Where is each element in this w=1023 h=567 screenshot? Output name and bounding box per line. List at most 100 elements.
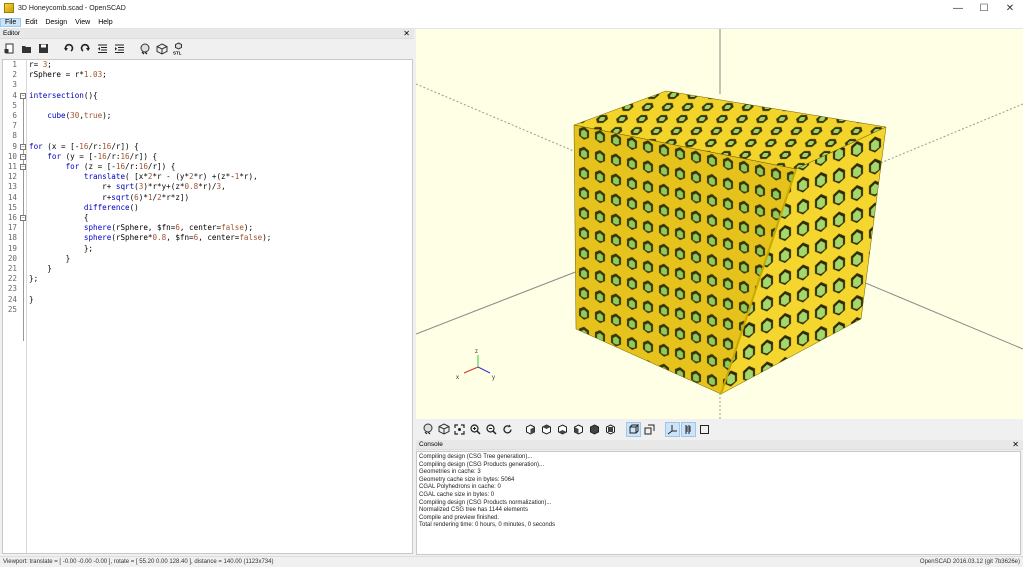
show-edges-icon[interactable] — [697, 422, 712, 437]
render-icon[interactable] — [154, 41, 169, 56]
code-line-6: 6 cube(30,true); — [12, 111, 112, 120]
front-view-icon[interactable] — [587, 422, 602, 437]
code-line-15: 15 difference() — [7, 202, 139, 212]
zoom-in-icon[interactable] — [468, 422, 483, 437]
left-view-icon[interactable] — [571, 422, 586, 437]
fold-toggle-icon[interactable]: − — [20, 92, 26, 99]
menu-file[interactable]: File — [0, 17, 22, 27]
menu-view[interactable]: View — [71, 19, 94, 26]
save-icon[interactable] — [36, 41, 51, 56]
minimize-button[interactable]: — — [945, 0, 971, 16]
code-line-4: 4− intersection(){ — [12, 90, 98, 100]
openscad-app-icon — [4, 3, 14, 13]
code-line-16: 16− { — [7, 213, 89, 222]
code-line-24: 24} — [7, 294, 34, 304]
console-line: CGAL cache size in bytes: 0 — [419, 491, 495, 498]
view-all-icon[interactable] — [452, 422, 467, 437]
code-line-17: 17 sphere(rSphere, $fn=6, center=false); — [7, 223, 254, 233]
console-line: Compiling design (CSG Tree generation)..… — [419, 454, 533, 460]
editor-toolbar: STL — [0, 39, 414, 58]
undo-icon[interactable] — [61, 41, 76, 56]
zoom-out-icon[interactable] — [484, 422, 499, 437]
code-line-21: 21 } — [7, 264, 52, 273]
console-line: Compiling design (CSG Products generatio… — [419, 461, 545, 468]
code-line-3: 3 — [12, 80, 17, 90]
perspective-icon[interactable] — [626, 421, 641, 437]
code-line-14: 14 r+sqrt(6)*1/2*r*z]) — [7, 192, 190, 202]
viewport-status: Viewport: translate = [ -0.00 -0.00 -0.0… — [3, 559, 274, 565]
console-line: Compiling design (CSG Products normaliza… — [419, 499, 552, 506]
maximize-button[interactable]: ☐ — [971, 0, 997, 16]
fold-toggle-icon[interactable]: − — [20, 153, 26, 160]
svg-text:STL: STL — [173, 51, 182, 56]
code-line-2: 2 rSphere = r*1.03; — [12, 70, 107, 80]
editor-close-icon[interactable]: ✕ — [403, 29, 410, 38]
code-line-9: 9− for (x = [-16/r:16/r]) { — [12, 141, 139, 151]
editor-panel: Editor ✕ STL 1 r= 3; 2 rSphere = r*1.03;… — [0, 29, 414, 555]
back-view-icon[interactable] — [603, 422, 618, 437]
console-panel: Console ✕ Compiling design (CSG Tree gen… — [416, 440, 1023, 555]
menu-bar: File Edit Design View Help — [0, 16, 1023, 29]
code-line-12: 12 translate( [x*2*r - (y*2*r) +(z*-1*r)… — [7, 172, 258, 182]
export-stl-icon[interactable]: STL — [171, 41, 186, 56]
preview-icon[interactable] — [420, 422, 435, 437]
menu-edit[interactable]: Edit — [21, 19, 41, 26]
show-axes-icon[interactable] — [665, 421, 680, 437]
3d-viewport[interactable]: z x y — [416, 29, 1023, 419]
render-icon[interactable] — [436, 422, 451, 437]
fold-toggle-icon[interactable]: − — [20, 164, 26, 170]
x-axis-neg-line — [416, 263, 597, 335]
axis-indicator: z x y — [456, 349, 495, 381]
console-line: Normalized CSG tree has 1144 elements — [419, 507, 528, 514]
editor-title: Editor — [3, 30, 20, 37]
code-line-8: 8 — [12, 131, 17, 141]
version-label: OpenSCAD 2016.03.12 (git 7b3626e) — [919, 559, 1020, 565]
preview-icon[interactable] — [137, 41, 152, 56]
console-title: Console — [419, 441, 443, 448]
new-file-icon[interactable] — [2, 41, 17, 56]
code-line-18: 18 sphere(rSphere*0.8, $fn=6, center=fal… — [7, 233, 272, 243]
editor-dock-title: Editor ✕ — [0, 29, 414, 39]
console-output[interactable]: Compiling design (CSG Tree generation)..… — [416, 451, 1021, 555]
menu-help[interactable]: Help — [94, 19, 116, 26]
console-line: Total rendering time: 0 hours, 0 minutes… — [419, 522, 556, 529]
code-line-1: 1 r= 3; — [12, 60, 52, 69]
reset-view-icon[interactable] — [500, 422, 515, 437]
code-line-13: 13 r+ sqrt(3)*r*y+(z*0.8*r)/3, — [7, 182, 226, 192]
open-file-icon[interactable] — [19, 41, 34, 56]
redo-icon[interactable] — [78, 41, 93, 56]
console-line: CGAL Polyhedrons in cache: 0 — [419, 484, 501, 491]
window-title: 3D Honeycomb.scad - OpenSCAD — [18, 4, 126, 12]
console-line: Geometries in cache: 3 — [419, 469, 481, 476]
code-line-7: 7 — [12, 121, 17, 131]
code-editor[interactable]: 1 r= 3; 2 rSphere = r*1.03; 3 4− intersecti… — [2, 59, 413, 554]
top-view-icon[interactable] — [539, 422, 554, 437]
svg-text:z: z — [475, 349, 478, 355]
svg-text:y: y — [492, 375, 495, 381]
fold-toggle-icon[interactable]: − — [20, 215, 26, 221]
code-line-25: 25 — [7, 304, 17, 314]
console-close-icon[interactable]: ✕ — [1012, 440, 1019, 449]
menu-design[interactable]: Design — [41, 19, 71, 26]
svg-text:x: x — [456, 375, 459, 381]
viewport-canvas: z x y — [416, 29, 1023, 419]
console-line: Compile and preview finished. — [419, 514, 500, 521]
close-button[interactable]: ✕ — [997, 0, 1023, 16]
fold-toggle-icon[interactable]: − — [20, 143, 26, 150]
code-line-11: 11− for (z = [-16/r:16/r]) { — [7, 162, 176, 171]
code-line-20: 20 } — [7, 253, 71, 263]
y-axis-neg-line — [855, 278, 1023, 350]
code-line-23: 23 — [7, 284, 17, 294]
orthogonal-icon[interactable] — [642, 422, 657, 437]
title-bar: 3D Honeycomb.scad - OpenSCAD — ☐ ✕ — [0, 0, 1023, 16]
right-view-icon[interactable] — [523, 422, 538, 437]
show-scale-icon[interactable] — [681, 421, 696, 437]
unindent-icon[interactable] — [95, 41, 110, 56]
x-axis-line — [865, 103, 1023, 170]
console-line: Geometry cache size in bytes: 5064 — [419, 476, 515, 483]
bottom-view-icon[interactable] — [555, 422, 570, 437]
indent-icon[interactable] — [112, 41, 127, 56]
code-line-22: 22}; — [7, 274, 39, 284]
code-line-10: 10− for (y = [-16/r:16/r]) { — [7, 151, 158, 161]
code-line-5: 5 — [12, 100, 17, 110]
